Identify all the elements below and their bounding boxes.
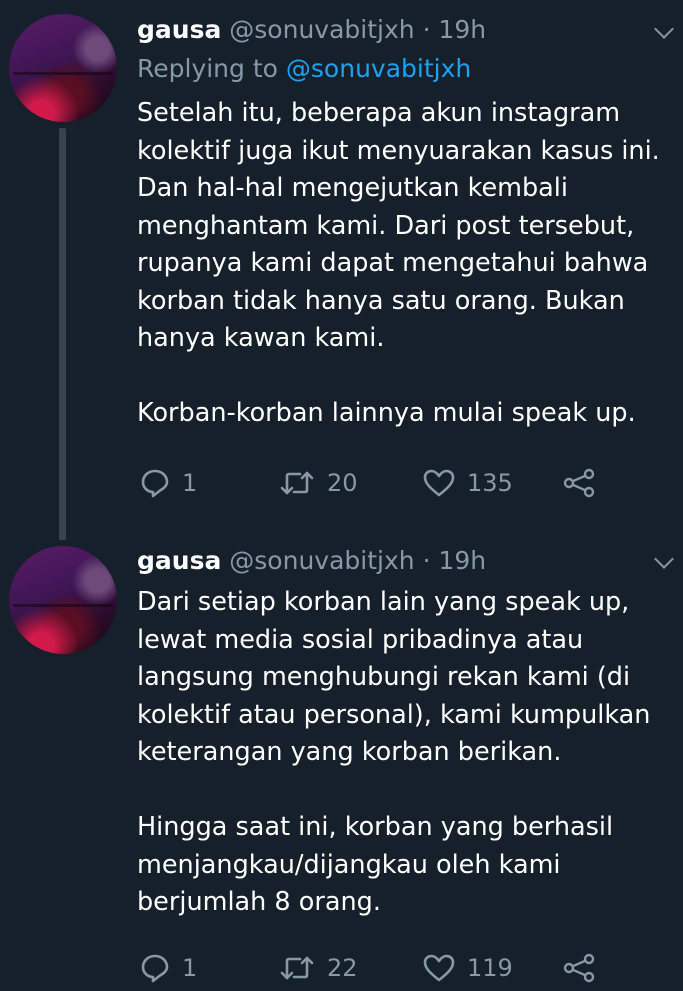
text-line: korban tidak hanya satu orang. Bukan xyxy=(137,285,625,316)
retweet-button[interactable]: 22 xyxy=(279,951,358,985)
retweet-button[interactable]: 20 xyxy=(279,466,358,500)
tweet-text: Dari setiap korban lain yang speak up, l… xyxy=(137,584,677,922)
reply-button[interactable]: 1 xyxy=(140,466,197,500)
chevron-down-icon[interactable] xyxy=(654,549,674,569)
display-name[interactable]: gausa xyxy=(137,15,221,44)
like-button[interactable]: 135 xyxy=(423,466,513,500)
heart-icon xyxy=(423,954,455,982)
timestamp[interactable]: 19h xyxy=(438,15,486,44)
share-icon xyxy=(563,468,595,498)
thread-line xyxy=(59,128,66,540)
avatar[interactable] xyxy=(9,546,117,654)
user-handle[interactable]: @sonuvabitjxh xyxy=(229,15,414,44)
retweet-count: 20 xyxy=(327,469,358,497)
text-line: Setelah itu, beberapa akun instagram xyxy=(137,98,621,128)
retweet-count: 22 xyxy=(327,954,358,982)
text-line: menjangkau/dijangkau oleh kami xyxy=(137,849,561,880)
text-line: lewat media sosial pribadinya atau xyxy=(137,624,584,655)
reply-button[interactable]: 1 xyxy=(140,951,197,985)
like-count: 135 xyxy=(467,469,513,497)
tweet-header: gausa @sonuvabitjxh · 19h xyxy=(137,15,486,45)
retweet-icon xyxy=(280,471,314,495)
text-line: Korban-korban lainnya mulai speak up. xyxy=(137,398,636,428)
text-line: rupanya kami dapat mengetahui bahwa xyxy=(137,248,649,278)
share-button[interactable] xyxy=(563,951,597,985)
text-line: hanya kawan kami. xyxy=(137,323,385,353)
tweet-text: Setelah itu, beberapa akun instagram kol… xyxy=(137,95,677,433)
text-line: Dari setiap korban lain yang speak up, xyxy=(137,587,630,617)
separator-dot: · xyxy=(422,546,431,575)
reply-count: 1 xyxy=(182,954,198,982)
text-line: langsung menghubungi rekan kami (di xyxy=(137,662,631,692)
reply-icon xyxy=(141,469,169,498)
chevron-down-icon[interactable] xyxy=(654,19,674,39)
replying-to: Replying to @sonuvabitjxh xyxy=(137,54,471,84)
tweet-header: gausa @sonuvabitjxh · 19h xyxy=(137,546,486,576)
text-line: keterangan yang korban berikan. xyxy=(137,737,562,767)
heart-icon xyxy=(423,469,455,497)
text-line: berjumlah 8 orang. xyxy=(137,887,381,917)
user-handle[interactable]: @sonuvabitjxh xyxy=(229,546,414,575)
replying-to-label: Replying to xyxy=(137,54,278,83)
reply-count: 1 xyxy=(182,469,198,497)
share-icon xyxy=(563,953,595,983)
reply-icon xyxy=(141,954,169,983)
text-line: Hingga saat ini, korban yang berhasil xyxy=(137,812,614,842)
tweet-actions: 1 20 135 xyxy=(140,466,620,500)
share-button[interactable] xyxy=(563,466,597,500)
mention-link[interactable]: @sonuvabitjxh xyxy=(286,54,471,83)
like-button[interactable]: 119 xyxy=(423,951,513,985)
avatar[interactable] xyxy=(9,14,117,122)
text-line: kolektif juga ikut menyuarakan kasus ini… xyxy=(137,135,660,166)
display-name[interactable]: gausa xyxy=(137,546,221,575)
retweet-icon xyxy=(280,956,314,980)
text-line: Dan hal-hal mengejutkan kembali xyxy=(137,173,568,203)
separator-dot: · xyxy=(422,15,431,44)
text-line: menghantam kami. Dari post tersebut, xyxy=(137,210,635,241)
tweet-actions: 1 22 119 xyxy=(140,951,620,985)
like-count: 119 xyxy=(467,954,513,982)
timestamp[interactable]: 19h xyxy=(438,546,486,575)
text-line: kolektif atau personal), kami kumpulkan xyxy=(137,699,651,730)
